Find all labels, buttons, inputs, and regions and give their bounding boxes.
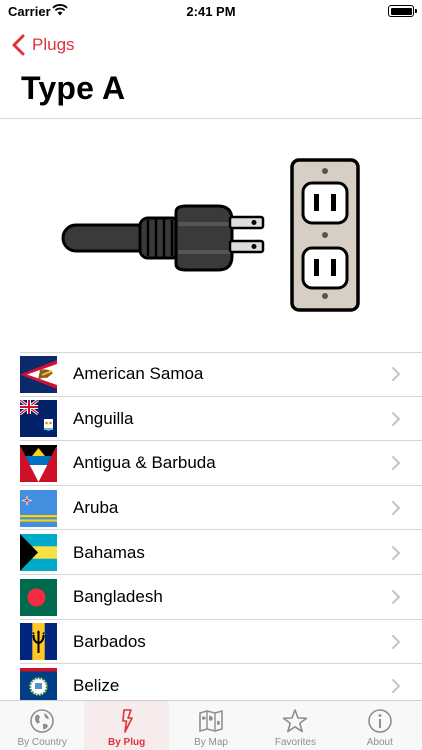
antigua-barbuda-flag-icon (20, 444, 57, 482)
chevron-right-icon (392, 679, 400, 694)
country-name: Bahamas (73, 542, 145, 562)
status-bar: Carrier 2:41 PM (0, 0, 422, 24)
chevron-left-icon (12, 34, 25, 56)
anguilla-flag-icon (20, 400, 57, 438)
lightning-icon (121, 709, 133, 733)
plug-illustration (61, 158, 360, 312)
chevron-right-icon (392, 545, 400, 560)
tab-label: By Plug (107, 737, 146, 748)
list-item[interactable]: American Samoa (0, 352, 422, 397)
plug-prong-top (228, 215, 265, 230)
country-name: Aruba (73, 498, 119, 518)
list-item[interactable]: Barbados (0, 620, 422, 665)
map-icon (199, 710, 223, 732)
barbados-flag-icon (20, 623, 57, 661)
page-title: Type A (21, 70, 126, 106)
country-name: American Samoa (73, 364, 204, 384)
outlet-receptacle-top (301, 181, 349, 225)
country-list: American Samoa Anguilla Antigua & Barbud… (0, 352, 422, 709)
bahamas-flag-icon (20, 534, 57, 572)
tab-favorites[interactable]: Favorites (253, 701, 337, 750)
chevron-right-icon (392, 367, 400, 382)
country-name: Antigua & Barbuda (73, 453, 216, 473)
outlet-receptacle-bottom (301, 246, 349, 290)
tab-by-plug[interactable]: By Plug (84, 701, 169, 750)
bangladesh-flag-icon (20, 578, 57, 616)
aruba-flag-icon (20, 489, 57, 527)
tab-bar: By Country By Plug By Map Favorites Abou… (0, 700, 422, 750)
tab-about[interactable]: About (338, 701, 422, 750)
plug-strain-relief (138, 216, 182, 260)
clock: 2:41 PM (186, 4, 236, 19)
list-item[interactable]: Bangladesh (0, 575, 422, 620)
back-label: Plugs (32, 35, 75, 54)
star-icon (283, 709, 308, 733)
list-item[interactable]: Anguilla (0, 397, 422, 442)
chevron-right-icon (392, 634, 400, 649)
chevron-right-icon (392, 590, 400, 605)
globe-icon (30, 709, 55, 733)
back-button[interactable]: Plugs (10, 32, 75, 58)
list-item[interactable]: Antigua & Barbuda (0, 441, 422, 486)
american-samoa-flag-icon (20, 355, 57, 393)
info-icon (368, 709, 392, 733)
tab-label: About (366, 737, 393, 748)
country-name: Barbados (73, 631, 146, 651)
chevron-right-icon (392, 411, 400, 426)
battery-icon (388, 5, 417, 17)
country-name: Bangladesh (73, 587, 163, 607)
tab-label: By Country (17, 737, 67, 748)
tab-by-map[interactable]: By Map (169, 701, 253, 750)
country-name: Belize (73, 676, 120, 696)
chevron-right-icon (392, 456, 400, 471)
chevron-right-icon (392, 501, 400, 516)
tab-label: Favorites (274, 737, 316, 748)
tab-label: By Map (194, 737, 228, 748)
divider (0, 118, 422, 119)
tab-by-country[interactable]: By Country (0, 701, 84, 750)
country-name: Anguilla (73, 408, 134, 428)
plug-body (174, 204, 234, 272)
list-item[interactable]: Aruba (0, 486, 422, 531)
list-item[interactable]: Bahamas (0, 530, 422, 575)
plug-prong-bottom (228, 239, 265, 254)
